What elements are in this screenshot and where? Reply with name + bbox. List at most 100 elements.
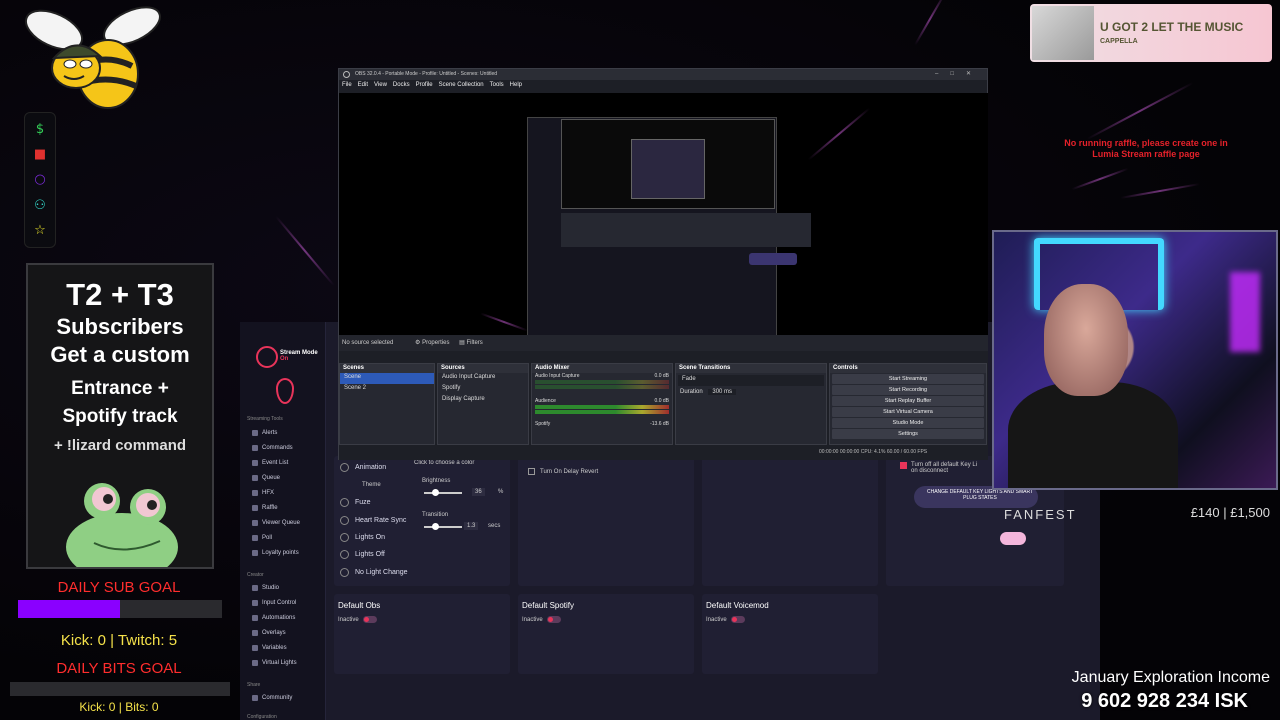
brightness-value[interactable]: 36 <box>472 488 485 496</box>
mixer-ch3-label: Spotify <box>535 421 551 427</box>
nested-obs-inner <box>631 139 705 199</box>
menu-help[interactable]: Help <box>510 82 522 91</box>
option-heart-rate[interactable]: Heart Rate Sync <box>340 516 406 525</box>
checkbox-icon <box>900 462 907 469</box>
nav-item-poll[interactable]: Poll <box>252 535 272 541</box>
nav-label: Loyalty points <box>262 550 299 556</box>
nav-section-creator: Creator <box>247 572 264 578</box>
transition-slider[interactable] <box>424 523 462 530</box>
studio-mode-button[interactable]: Studio Mode <box>832 418 984 428</box>
obs-logo-icon <box>343 71 350 78</box>
bits-goal-bar <box>10 682 230 696</box>
mixer-meter <box>535 405 669 409</box>
nav-item-queue[interactable]: Queue <box>252 475 280 481</box>
start-streaming-button[interactable]: Start Streaming <box>832 374 984 384</box>
alerts-icon <box>252 430 258 436</box>
obs-toolbar: No source selected ⚙ Properties ▤ Filter… <box>339 335 988 351</box>
toggle-switch[interactable] <box>362 616 377 623</box>
card-state[interactable]: Inactive <box>522 616 561 623</box>
option-label: Fuze <box>355 499 371 506</box>
card-state[interactable]: Inactive <box>706 616 745 623</box>
obs-preview[interactable] <box>339 93 988 335</box>
option-label: Lights On <box>355 534 385 541</box>
nav-item-commands[interactable]: Commands <box>252 445 293 451</box>
nav-item-loyalty[interactable]: Loyalty points <box>252 550 299 556</box>
start-virtualcam-button[interactable]: Start Virtual Camera <box>832 407 984 417</box>
nav-label: Commands <box>262 445 293 451</box>
nav-item-studio[interactable]: Studio <box>252 585 279 591</box>
queue-icon <box>252 475 258 481</box>
nav-item-event-list[interactable]: Event List <box>252 460 288 466</box>
menu-view[interactable]: View <box>374 82 387 91</box>
overlays-icon <box>252 630 258 636</box>
window-controls[interactable]: –□✕ <box>935 70 983 77</box>
mixer-meter <box>535 385 669 389</box>
filters-button[interactable]: ▤ Filters <box>459 340 483 346</box>
nav-item-virtual-lights[interactable]: Virtual Lights <box>252 660 297 666</box>
card-title: Default Voicemod <box>706 601 769 610</box>
delay-revert-checkbox[interactable]: Turn On Delay Revert <box>528 468 598 475</box>
stream-mode-state: On <box>280 356 289 362</box>
properties-button[interactable]: ⚙ Properties <box>415 340 449 346</box>
mixer-ch1-db: 0.0 dB <box>654 373 669 379</box>
scene-item[interactable]: Scene <box>340 373 434 384</box>
nav-label: Studio <box>262 585 280 591</box>
card-title: Default Obs <box>338 601 381 610</box>
color-picker-hint[interactable]: Click to choose a color <box>414 460 474 466</box>
nav-label: Queue <box>262 475 281 481</box>
brightness-slider[interactable] <box>424 489 462 496</box>
option-no-light-change[interactable]: No Light Change <box>340 568 408 577</box>
source-item[interactable]: Spotify <box>438 384 528 395</box>
start-replay-button[interactable]: Start Replay Buffer <box>832 396 984 406</box>
toggle-switch[interactable] <box>546 616 561 623</box>
duration-input[interactable]: 300 ms <box>708 389 737 395</box>
nav-label: Poll <box>262 535 273 541</box>
menu-scene-collection[interactable]: Scene Collection <box>439 82 484 91</box>
option-lights-off[interactable]: Lights Off <box>340 550 385 559</box>
settings-button[interactable]: Settings <box>832 429 984 439</box>
nav-label: HFX <box>262 490 274 496</box>
menu-file[interactable]: File <box>342 82 352 91</box>
option-fuze[interactable]: Fuze <box>340 498 371 507</box>
nav-item-raffle[interactable]: Raffle <box>252 505 278 511</box>
nav-item-automations[interactable]: Automations <box>252 615 295 621</box>
start-recording-button[interactable]: Start Recording <box>832 385 984 395</box>
turn-off-checkbox[interactable]: Turn off all default Key Li on disconnect <box>900 462 977 474</box>
toggle-switch[interactable] <box>730 616 745 623</box>
nav-label: Alerts <box>262 430 278 436</box>
nav-item-community[interactable]: Community <box>252 695 292 701</box>
menu-docks[interactable]: Docks <box>393 82 410 91</box>
transition-value[interactable]: 1.3 <box>464 522 479 530</box>
sub-goal-fill <box>18 600 120 618</box>
menu-tools[interactable]: Tools <box>490 82 504 91</box>
nav-label: Input Control <box>262 600 297 606</box>
slider-handle[interactable] <box>432 523 439 530</box>
obs-docks: No source selected ⚙ Properties ▤ Filter… <box>339 335 988 460</box>
menu-edit[interactable]: Edit <box>358 82 368 91</box>
transition-select[interactable]: Fade <box>678 375 824 386</box>
obs-time2: 00:00:00 <box>839 449 860 455</box>
nav-item-input-control[interactable]: Input Control <box>252 600 296 606</box>
nav-item-alerts[interactable]: Alerts <box>252 430 277 436</box>
card-title: Default Spotify <box>522 601 575 610</box>
slider-handle[interactable] <box>432 489 439 496</box>
community-icon <box>252 695 258 701</box>
scene-item[interactable]: Scene 2 <box>340 384 434 395</box>
card-state[interactable]: Inactive <box>338 616 377 623</box>
nav-item-hfx[interactable]: HFX <box>252 490 274 496</box>
mixer-ch2-label: Audience <box>535 398 556 404</box>
mixer-ch1-label: Audio Input Capture <box>535 373 580 379</box>
nav-item-viewer-queue[interactable]: Viewer Queue <box>252 520 300 526</box>
mixer-ch2: Audience 0.0 dB <box>532 390 672 404</box>
state-label: Inactive <box>338 617 359 624</box>
option-lights-on[interactable]: Lights On <box>340 533 385 542</box>
source-item[interactable]: Display Capture <box>438 395 528 406</box>
stream-mode-toggle[interactable]: Stream Mode On <box>280 350 325 362</box>
option-animation[interactable]: Animation <box>340 463 386 472</box>
nav-item-overlays[interactable]: Overlays <box>252 630 286 636</box>
poll-icon <box>252 535 258 541</box>
menu-profile[interactable]: Profile <box>416 82 433 91</box>
source-item[interactable]: Audio Input Capture <box>438 373 528 384</box>
filters-label: Filters <box>466 340 483 346</box>
nav-item-variables[interactable]: Variables <box>252 645 287 651</box>
